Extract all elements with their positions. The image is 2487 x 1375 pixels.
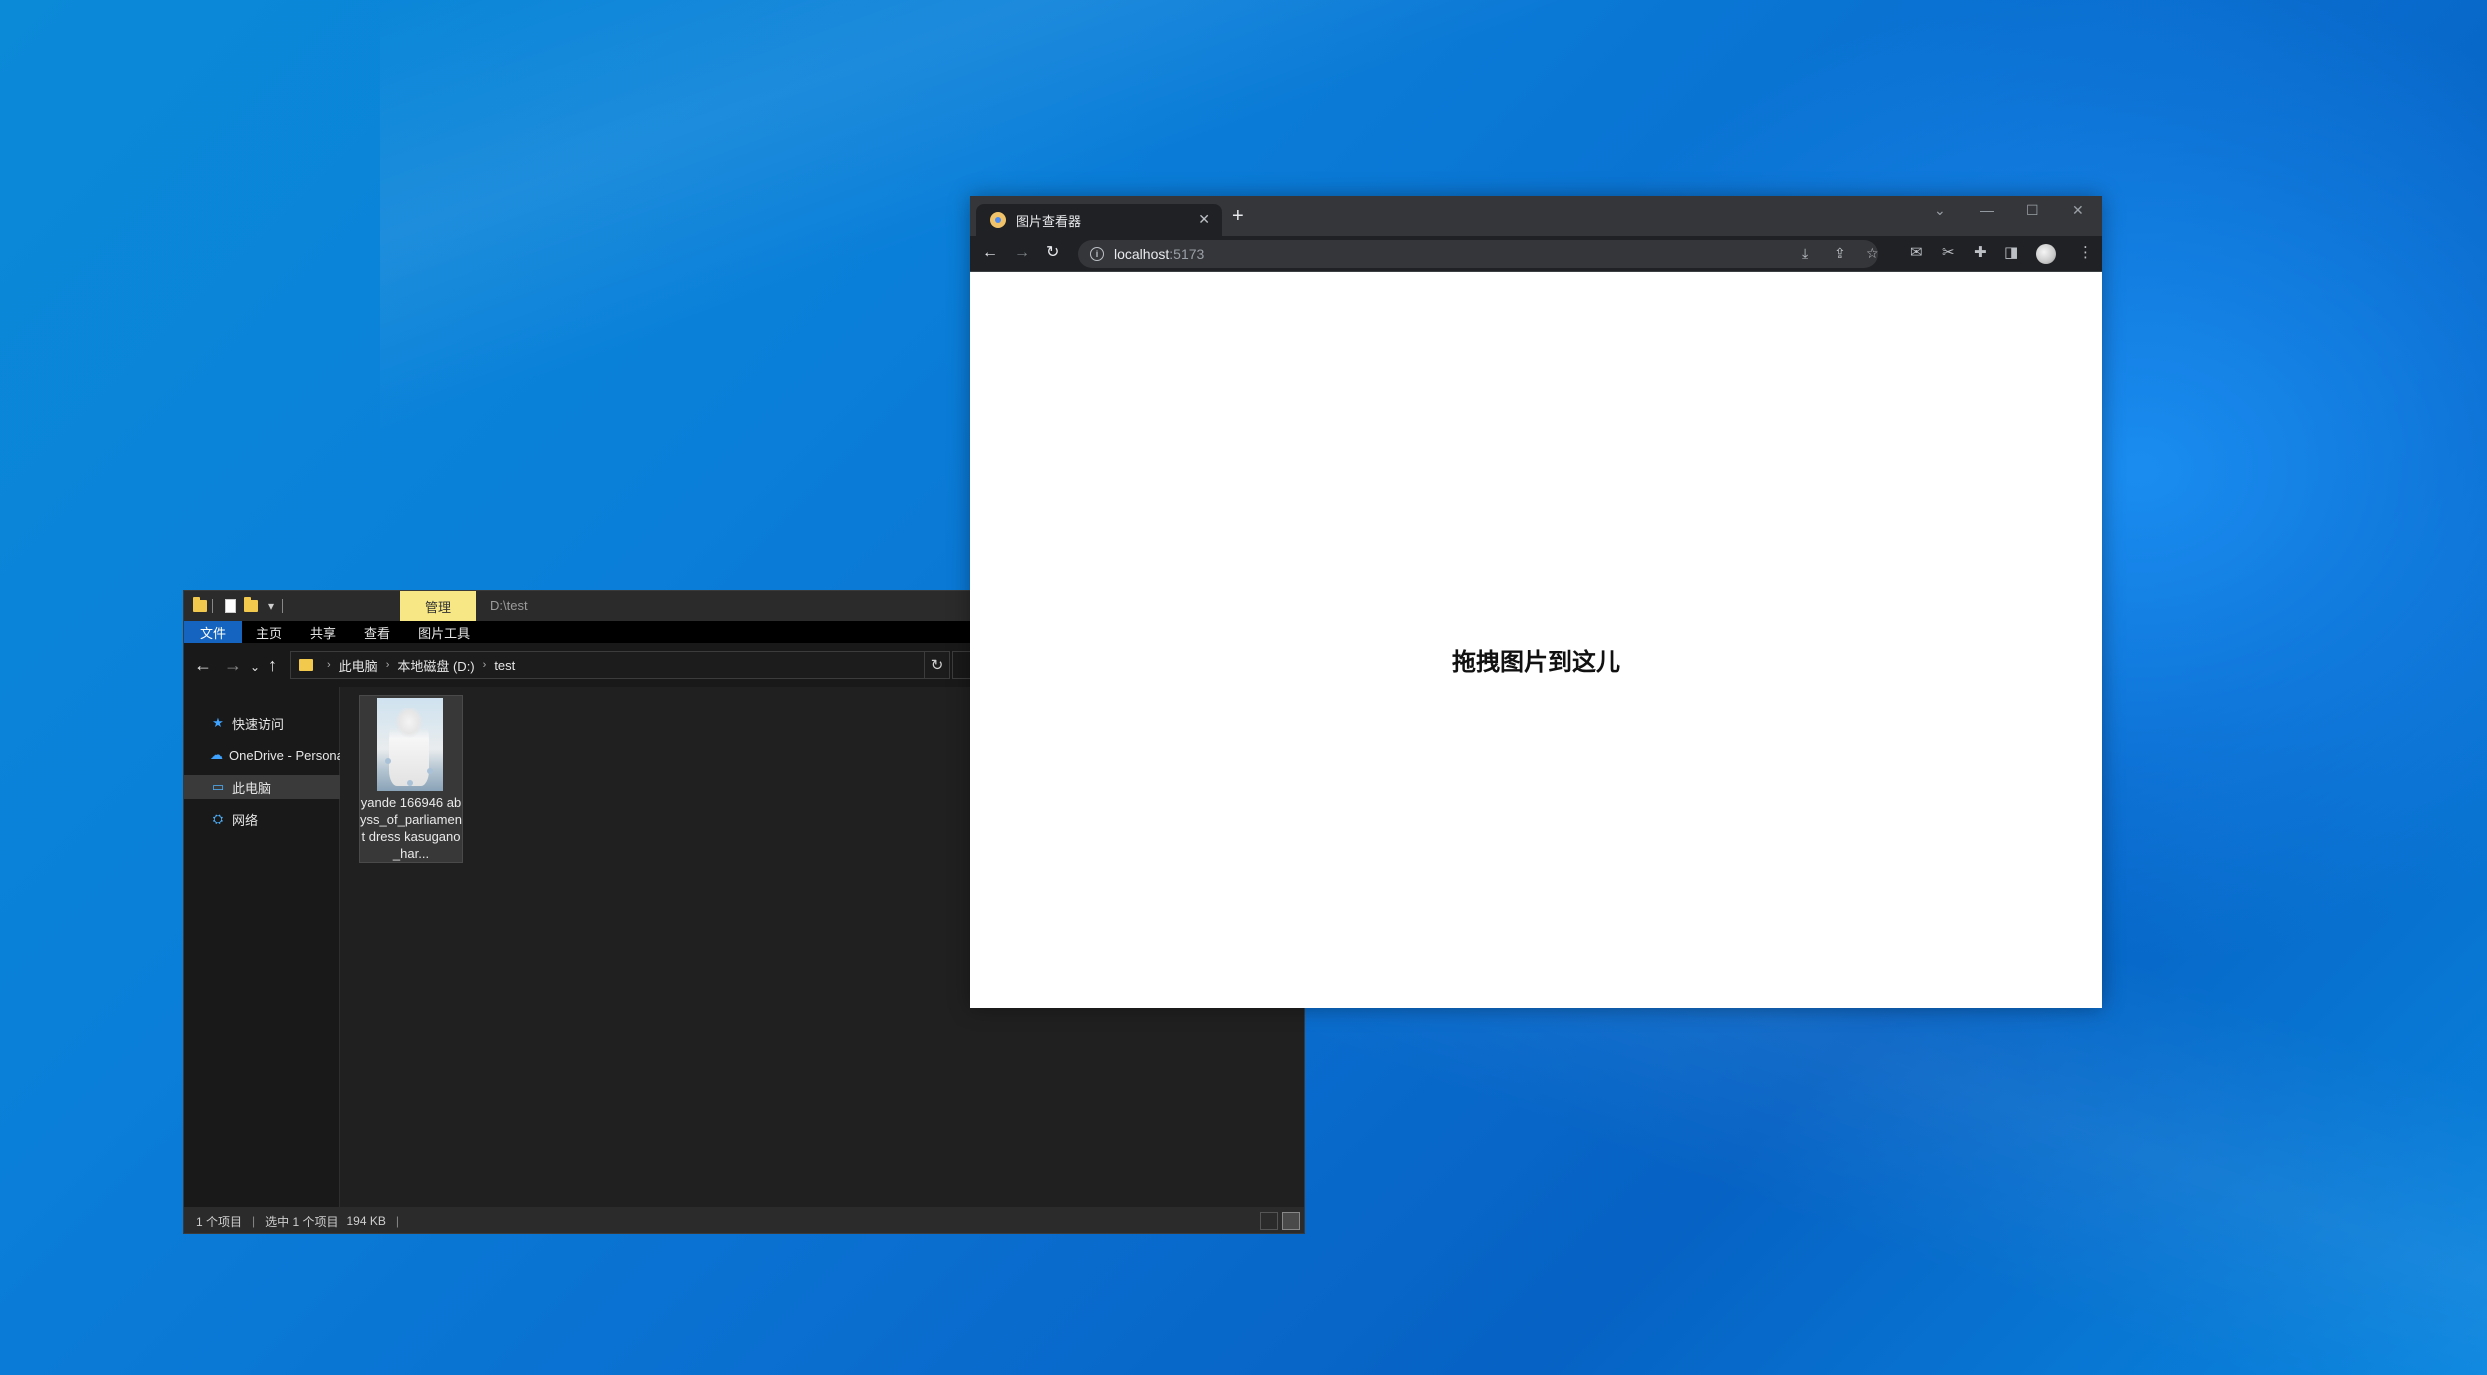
- up-arrow-icon[interactable]: ↑: [268, 655, 277, 675]
- tab-search-chevron-icon[interactable]: ⌄: [1934, 202, 1946, 219]
- extensions-puzzle-icon[interactable]: ✚: [1974, 245, 1987, 261]
- chevron-right-icon[interactable]: ›: [386, 659, 390, 671]
- recent-locations-chevron-icon[interactable]: ⌄: [250, 657, 260, 677]
- folder-icon: [299, 659, 313, 671]
- sidebar-item-quick-access[interactable]: ★ 快速访问: [184, 711, 340, 735]
- ribbon-tab-file[interactable]: 文件: [184, 621, 243, 643]
- browser-tab[interactable]: 图片查看器 ✕: [976, 204, 1222, 236]
- ribbon-tab-share[interactable]: 共享: [296, 621, 350, 643]
- tab-title: 图片查看器: [1016, 213, 1082, 229]
- share-icon[interactable]: ⇪: [1834, 245, 1846, 261]
- sidebar-item-label: OneDrive - Persona: [229, 747, 340, 763]
- image-thumbnail: [377, 698, 443, 791]
- cloud-icon: ☁: [210, 747, 223, 762]
- url-bar[interactable]: i localhost :5173 ⤓ ⇪ ☆: [1078, 240, 1879, 268]
- ribbon-tab-home[interactable]: 主页: [242, 621, 296, 643]
- reload-icon[interactable]: ↻: [1046, 244, 1059, 262]
- window-title: D:\test: [490, 598, 528, 613]
- back-arrow-icon[interactable]: ←: [982, 244, 998, 262]
- browser-tab-strip[interactable]: 图片查看器 ✕ + ⌄ — ☐ ✕: [970, 196, 2102, 236]
- breadcrumb-local-disk[interactable]: 本地磁盘 (D:): [397, 656, 474, 675]
- menu-kebab-icon[interactable]: ⋮: [2078, 245, 2093, 261]
- status-item-count: 1 个项目: [196, 1214, 243, 1229]
- file-name: yande 166946 abyss_of_parliament dress k…: [360, 795, 462, 861]
- browser-toolbar: ← → ↻ i localhost :5173 ⤓ ⇪ ☆ ✉ ✂ ✚ ◨ ⋮: [970, 236, 2102, 272]
- side-panel-icon[interactable]: ◨: [2004, 245, 2018, 261]
- folder-icon[interactable]: [193, 597, 207, 612]
- status-bar: 1 个项目 | 选中 1 个项目 194 KB |: [184, 1207, 1304, 1233]
- web-page-content[interactable]: 拖拽图片到这儿: [970, 272, 2102, 1008]
- install-app-icon[interactable]: ⤓: [1802, 245, 1808, 261]
- sidebar-item-label: 快速访问: [232, 716, 285, 732]
- forward-arrow-icon[interactable]: →: [1014, 244, 1030, 262]
- profile-avatar[interactable]: [2036, 244, 2056, 264]
- favicon-icon: [990, 212, 1006, 228]
- status-selected-size: 194 KB: [346, 1214, 386, 1228]
- star-icon: ★: [212, 715, 224, 730]
- navigation-pane: ★ 快速访问 ☁ OneDrive - Persona ▭ 此电脑 ⛭ 网络: [184, 687, 340, 1207]
- file-item[interactable]: yande 166946 abyss_of_parliament dress k…: [359, 695, 463, 863]
- details-view-icon[interactable]: [1260, 1212, 1278, 1230]
- large-icons-view-icon[interactable]: [1282, 1212, 1300, 1230]
- scissors-extension-icon[interactable]: ✂: [1942, 245, 1955, 261]
- chevron-right-icon[interactable]: ›: [327, 659, 331, 671]
- url-port: :5173: [1169, 246, 1205, 262]
- toolbar-divider: [212, 599, 213, 613]
- sidebar-item-this-pc[interactable]: ▭ 此电脑: [184, 775, 340, 799]
- site-info-icon[interactable]: i: [1090, 247, 1104, 261]
- refresh-icon[interactable]: ↻: [924, 651, 950, 679]
- bookmark-star-icon[interactable]: ☆: [1866, 245, 1879, 261]
- new-folder-icon[interactable]: [244, 597, 258, 612]
- chevron-right-icon[interactable]: ›: [483, 659, 487, 671]
- close-tab-icon[interactable]: ✕: [1198, 211, 1210, 228]
- sidebar-item-label: 网络: [232, 812, 259, 828]
- back-arrow-icon[interactable]: ←: [194, 655, 212, 675]
- browser-window[interactable]: 图片查看器 ✕ + ⌄ — ☐ ✕ ← → ↻ i localhost :517…: [970, 196, 2102, 1008]
- sidebar-item-onedrive[interactable]: ☁ OneDrive - Persona: [184, 743, 340, 767]
- network-icon: ⛭: [212, 811, 224, 826]
- minimize-icon[interactable]: —: [1980, 202, 1994, 218]
- ribbon-tab-picture-tools[interactable]: 图片工具: [404, 621, 484, 643]
- breadcrumb-this-pc[interactable]: 此电脑: [339, 656, 378, 675]
- maximize-icon[interactable]: ☐: [2026, 202, 2039, 219]
- sidebar-item-network[interactable]: ⛭ 网络: [184, 807, 340, 831]
- breadcrumb-test[interactable]: test: [494, 658, 515, 673]
- ribbon-context-tab-manage[interactable]: 管理: [400, 591, 476, 621]
- mail-extension-icon[interactable]: ✉: [1910, 245, 1923, 261]
- drop-zone-hint: 拖拽图片到这儿: [1452, 648, 1620, 676]
- ribbon-tab-view[interactable]: 查看: [350, 621, 404, 643]
- forward-arrow-icon[interactable]: →: [224, 655, 242, 675]
- new-tab-icon[interactable]: +: [1232, 206, 1244, 226]
- close-window-icon[interactable]: ✕: [2072, 202, 2084, 219]
- computer-icon: ▭: [211, 779, 225, 794]
- sidebar-item-label: 此电脑: [232, 780, 272, 796]
- properties-icon[interactable]: [225, 599, 236, 613]
- address-bar[interactable]: › 此电脑 › 本地磁盘 (D:) › test ⌄: [290, 651, 942, 679]
- url-host: localhost: [1114, 246, 1170, 262]
- quick-access-toolbar: [193, 597, 207, 614]
- customize-toolbar-icon[interactable]: ▾: [268, 599, 274, 613]
- status-selected-count: 选中 1 个项目: [265, 1214, 339, 1229]
- toolbar-divider: [282, 599, 283, 613]
